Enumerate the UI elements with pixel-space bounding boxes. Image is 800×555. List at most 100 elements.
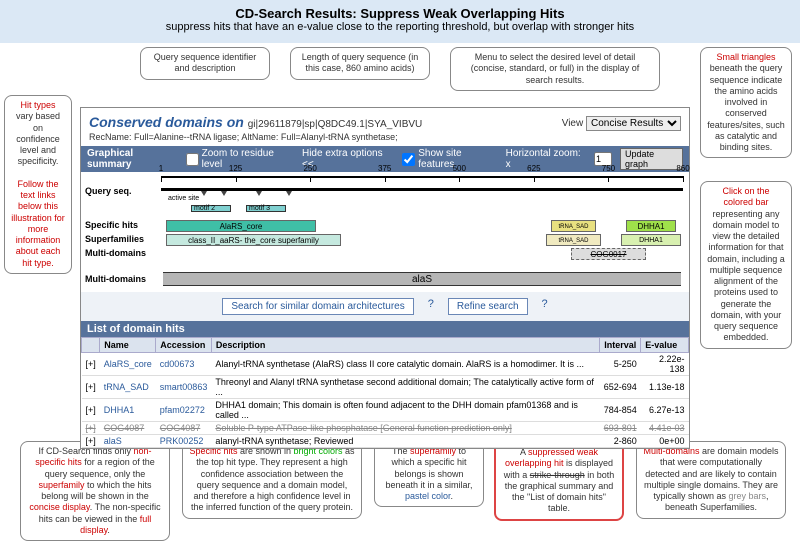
bar-label: Graphical summary	[87, 148, 178, 170]
hit-interval: 5-250	[600, 353, 641, 376]
page-title: CD-Search Results: Suppress Weak Overlap…	[0, 6, 800, 21]
tick-label: 1	[159, 164, 163, 173]
hit-desc: DHHA1 domain; This domain is often found…	[211, 399, 599, 422]
callout-superfamily: The superfamily to which a specific hit …	[374, 441, 484, 507]
hit-interval: 784-854	[600, 399, 641, 422]
col-acc[interactable]: Accession	[156, 338, 212, 353]
col-int[interactable]: Interval	[600, 338, 641, 353]
hit-interval: 652-694	[600, 376, 641, 399]
triangle-icon	[286, 191, 292, 196]
hit-accession[interactable]: smart00863	[156, 376, 212, 399]
hit-evalue: 6.27e-13	[641, 399, 689, 422]
query-id: gi|29611879|sp|Q8DC49.1|SYA_VIBVU	[248, 119, 423, 130]
domain-trnasad-sf[interactable]: tRNA_SAD	[546, 234, 601, 246]
panel-title: Conserved domains on	[89, 114, 248, 130]
hit-accession[interactable]: COG4087	[156, 422, 212, 435]
tick-label: 125	[229, 164, 242, 173]
row-label-specific: Specific hits	[85, 220, 138, 230]
results-panel: Conserved domains on gi|29611879|sp|Q8DC…	[80, 107, 690, 449]
query-desc: RecName: Full=Alanine--tRNA ligase; AltN…	[89, 132, 681, 142]
row-label-multidom2: Multi-domains	[85, 274, 146, 284]
callout-click-bar: Click on the colored bar representing an…	[700, 181, 792, 349]
hit-name[interactable]: DHHA1	[100, 399, 156, 422]
col-name[interactable]: Name	[100, 338, 156, 353]
update-graph-button[interactable]: Update graph	[620, 148, 683, 170]
motif-3[interactable]: motif 3	[246, 205, 286, 212]
hit-desc: Soluble P-type ATPase-like phosphatase […	[211, 422, 599, 435]
callout-hit-types: Hit types vary based on confidence level…	[4, 95, 72, 274]
table-row[interactable]: [+]DHHA1pfam02272DHHA1 domain; This doma…	[82, 399, 689, 422]
domain-suppressed[interactable]: COG0017	[571, 248, 646, 260]
callout-specific: Specific hits are shown in bright colors…	[182, 441, 362, 519]
hit-interval: 2-860	[600, 435, 641, 448]
hit-accession[interactable]: cd00673	[156, 353, 212, 376]
hit-name[interactable]: AlaRS_core	[100, 353, 156, 376]
refine-search-button[interactable]: Refine search	[448, 298, 528, 315]
hit-evalue: 4.41e-03	[641, 422, 689, 435]
tick-label: 860	[676, 164, 689, 173]
row-label-qseq: Query seq.	[85, 186, 132, 196]
help-icon[interactable]: ?	[428, 298, 434, 315]
triangle-icon	[221, 191, 227, 196]
site-features-check[interactable]: Show site features	[402, 148, 497, 170]
callout-query-id: Query sequence identifier and descriptio…	[140, 47, 270, 80]
list-header: List of domain hits	[81, 321, 689, 337]
callout-length: Length of query sequence (in this case, …	[290, 47, 430, 80]
annotated-stage: Query sequence identifier and descriptio…	[0, 43, 800, 543]
tick-label: 250	[303, 164, 316, 173]
ruler: 1125250375500625750860	[161, 176, 683, 188]
domain-dhha1[interactable]: DHHA1	[626, 220, 676, 232]
domain-hits-table: Name Accession Description Interval E-va…	[81, 337, 689, 448]
row-label-multidom: Multi-domains	[85, 248, 146, 258]
callout-triangles: Small triangles beneath the query sequen…	[700, 47, 792, 158]
callout-nonspecific: If CD-Search finds only non-specific hit…	[20, 441, 170, 541]
callout-multidomains: Multi-domains are domain models that wer…	[636, 441, 786, 519]
motif-2[interactable]: motif 2	[191, 205, 231, 212]
col-desc[interactable]: Description	[211, 338, 599, 353]
tick-label: 500	[453, 164, 466, 173]
expand-icon[interactable]: [+]	[82, 422, 100, 435]
hz-label: Horizontal zoom: x	[506, 148, 586, 170]
domain-sfam[interactable]: class_II_aaRS- the_core superfamily	[166, 234, 341, 246]
page-subtitle: suppress hits that have an e-value close…	[0, 21, 800, 33]
tick-label: 750	[602, 164, 615, 173]
tick-label: 625	[527, 164, 540, 173]
hit-accession[interactable]: PRK00252	[156, 435, 212, 448]
similar-arch-button[interactable]: Search for similar domain architectures	[222, 298, 413, 315]
expand-icon[interactable]: [+]	[82, 399, 100, 422]
row-label-superfam: Superfamilies	[85, 234, 144, 244]
callout-menu: Menu to select the desired level of deta…	[450, 47, 660, 91]
hit-desc: alanyl-tRNA synthetase; Reviewed	[211, 435, 599, 448]
table-row[interactable]: [+]AlaRS_corecd00673Alanyl-tRNA syntheta…	[82, 353, 689, 376]
table-row[interactable]: [+]tRNA_SADsmart00863Threonyl and Alanyl…	[82, 376, 689, 399]
hit-evalue: 1.13e-18	[641, 376, 689, 399]
col-ev[interactable]: E-value	[641, 338, 689, 353]
domain-dhha1-sf[interactable]: DHHA1	[621, 234, 681, 246]
domain-multi-alas[interactable]: alaS	[163, 272, 681, 286]
query-sequence-bar	[161, 188, 683, 191]
table-row[interactable]: [+]alaSPRK00252alanyl-tRNA synthetase; R…	[82, 435, 689, 448]
hit-desc: Threonyl and Alanyl tRNA synthetase seco…	[211, 376, 599, 399]
hit-accession[interactable]: pfam02272	[156, 399, 212, 422]
expand-icon[interactable]: [+]	[82, 353, 100, 376]
triangle-icon	[256, 191, 262, 196]
table-row[interactable]: [+]COG4087COG4087Soluble P-type ATPase-l…	[82, 422, 689, 435]
tick-label: 375	[378, 164, 391, 173]
hit-evalue: 2.22e-138	[641, 353, 689, 376]
callout-suppressed: A suppressed weak overlapping hit is dis…	[494, 441, 624, 521]
expand-icon[interactable]: [+]	[82, 435, 100, 448]
domain-alars[interactable]: AlaRS_core	[166, 220, 316, 232]
graphical-summary: 1125250375500625750860 active site motif…	[81, 172, 689, 292]
view-label: View	[562, 118, 584, 129]
help-icon[interactable]: ?	[542, 298, 548, 315]
expand-icon[interactable]: [+]	[82, 376, 100, 399]
motif-label: active site	[166, 196, 221, 203]
hit-desc: Alanyl-tRNA synthetase (AlaRS) class II …	[211, 353, 599, 376]
view-select[interactable]: Concise Results	[586, 116, 681, 131]
hit-interval: 693-801	[600, 422, 641, 435]
domain-trnasad[interactable]: tRNA_SAD	[551, 220, 596, 232]
hit-name[interactable]: tRNA_SAD	[100, 376, 156, 399]
hit-name[interactable]: alaS	[100, 435, 156, 448]
hit-name[interactable]: COG4087	[100, 422, 156, 435]
hit-evalue: 0e+00	[641, 435, 689, 448]
